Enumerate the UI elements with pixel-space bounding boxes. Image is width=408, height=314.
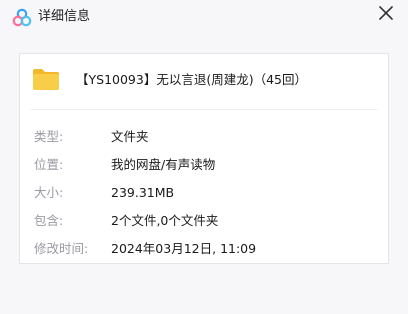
file-name: 【YS10093】无以言退(周建龙)（45回） (76, 72, 307, 87)
property-value: 2个文件,0个文件夹 (111, 213, 219, 228)
property-label: 大小: (34, 185, 64, 200)
property-label: 位置: (34, 157, 64, 172)
property-value: 我的网盘/有声读物 (111, 157, 216, 172)
property-type: 类型: 文件夹 (20, 127, 388, 155)
property-label: 修改时间: (34, 241, 89, 256)
property-value: 239.31MB (111, 185, 175, 200)
divider (31, 109, 377, 110)
property-location: 位置: 我的网盘/有声读物 (20, 155, 388, 183)
property-value: 2024年03月12日, 11:09 (111, 241, 257, 256)
property-size: 大小: 239.31MB (20, 183, 388, 211)
close-icon[interactable] (376, 3, 396, 23)
properties-list: 类型: 文件夹 位置: 我的网盘/有声读物 大小: 239.31MB 包含: 2… (20, 127, 388, 267)
title-bar: 详细信息 (0, 0, 408, 34)
file-header: 【YS10093】无以言退(周建龙)（45回） (20, 54, 388, 109)
three-circles-logo-icon (12, 8, 32, 27)
property-modified-time: 修改时间: 2024年03月12日, 11:09 (20, 239, 388, 267)
details-dialog: 详细信息 【YS10093】无以言退(周建龙)（45回） 类型: 文件夹 位置:… (0, 0, 408, 314)
property-value: 文件夹 (111, 129, 149, 144)
details-panel: 【YS10093】无以言退(周建龙)（45回） 类型: 文件夹 位置: 我的网盘… (19, 53, 389, 264)
property-label: 包含: (34, 213, 64, 228)
property-contains: 包含: 2个文件,0个文件夹 (20, 211, 388, 239)
dialog-title: 详细信息 (38, 9, 91, 24)
property-label: 类型: (34, 129, 64, 144)
folder-icon (33, 69, 59, 90)
